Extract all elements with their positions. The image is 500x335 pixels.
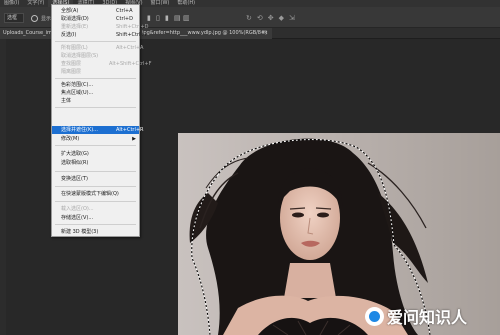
align-right-icon[interactable]: ▮	[165, 14, 171, 22]
align-left-icon[interactable]: ▮	[147, 14, 153, 22]
align-top-icon[interactable]: ▥	[183, 14, 190, 22]
menu-item-reselect[interactable]: 重新选择(E) Shift+Ctrl+D	[52, 23, 149, 31]
menu-separator	[55, 41, 136, 42]
menu-separator	[55, 224, 136, 225]
option-label: 显示	[41, 16, 52, 22]
menu-item-similar[interactable]: 选取相似(R)	[52, 159, 139, 167]
close-icon[interactable]: ×	[264, 28, 268, 39]
tab-title-right: jpg&refer=http___www.ydlp.jpg @ 100%(RGB…	[142, 30, 268, 36]
menu-separator	[55, 145, 136, 146]
menu-image[interactable]: 图像(I)	[0, 0, 23, 7]
move-3d-icon[interactable]: ✥	[268, 14, 274, 22]
menu-item-select-and-mask[interactable]: 选择并遮住(K)... Alt+Ctrl+R	[52, 126, 144, 134]
tab-title-left: Uploads_Course_ima	[3, 30, 55, 36]
menu-item-deselect[interactable]: 取消选择(D) Ctrl+D	[52, 15, 139, 23]
menu-item-all-layers[interactable]: 所有图层(L) Alt+Ctrl+A	[52, 44, 143, 52]
menu-item-grow[interactable]: 扩大选取(G)	[52, 150, 139, 158]
menu-item-modify[interactable]: 修改(M) ▶	[52, 135, 139, 143]
menu-separator	[55, 107, 136, 108]
tools-panel-edge	[0, 39, 6, 335]
menu-separator	[55, 186, 136, 187]
menu-type[interactable]: 文字(Y)	[23, 0, 48, 7]
distribute-icon[interactable]: ▤	[174, 14, 181, 22]
menu-item-new-3d-model[interactable]: 新建 3D 模型(3)	[52, 228, 139, 236]
select-dropdown-menu: 全部(A) Ctrl+A 取消选择(D) Ctrl+D 重新选择(E) Shif…	[51, 4, 151, 237]
align-icons-group: ▮ ▯ ▮ ▤ ▥	[147, 14, 190, 22]
option-radio[interactable]	[31, 15, 38, 22]
menu-item-load-selection[interactable]: 载入选区(O)...	[52, 205, 139, 213]
menu-item-focus-area[interactable]: 焦点区域(U)...	[52, 89, 139, 97]
watermark-text: 爱问知识人	[387, 308, 468, 327]
watermark: 爱问知识人	[365, 304, 467, 328]
submenu-arrow-icon: ▶	[132, 136, 136, 142]
scale-icon[interactable]: ⇲	[289, 14, 295, 22]
menu-item-find-layers[interactable]: 查找图层 Alt+Shift+Ctrl+F	[52, 60, 151, 68]
menu-item-save-selection[interactable]: 存储选区(V)...	[52, 214, 139, 222]
watermark-logo-icon	[365, 306, 384, 326]
menu-item-color-range[interactable]: 色彩范围(C)...	[52, 81, 139, 89]
menu-separator	[55, 171, 136, 172]
orbit-icon[interactable]: ↻	[246, 14, 252, 22]
menu-item-inverse[interactable]: 反选(I) Shift+Ctrl+I	[52, 31, 146, 39]
menu-item-transform-selection[interactable]: 变换选区(T)	[52, 175, 139, 183]
menu-item-all[interactable]: 全部(A) Ctrl+A	[52, 7, 139, 15]
menu-separator	[55, 78, 136, 79]
transform-icons-group: ↻ ⟲ ✥ ◆ ⇲	[246, 14, 295, 22]
slide-icon[interactable]: ◆	[279, 14, 284, 22]
menu-item-isolate-layers[interactable]: 隔离图层	[52, 68, 139, 76]
menu-window[interactable]: 窗口(W)	[147, 0, 174, 7]
menu-help[interactable]: 帮助(H)	[173, 0, 199, 7]
style-select[interactable]: 选框	[4, 13, 24, 23]
align-center-icon[interactable]: ▯	[156, 14, 162, 22]
menu-item-deselect-layers[interactable]: 取消选择图层(S)	[52, 52, 139, 60]
menu-item-quick-mask[interactable]: 在快速蒙版模式下编辑(Q)	[52, 190, 139, 198]
menu-separator	[55, 201, 136, 202]
menu-item-subject[interactable]: 主体	[52, 97, 139, 105]
roll-icon[interactable]: ⟲	[257, 14, 263, 22]
